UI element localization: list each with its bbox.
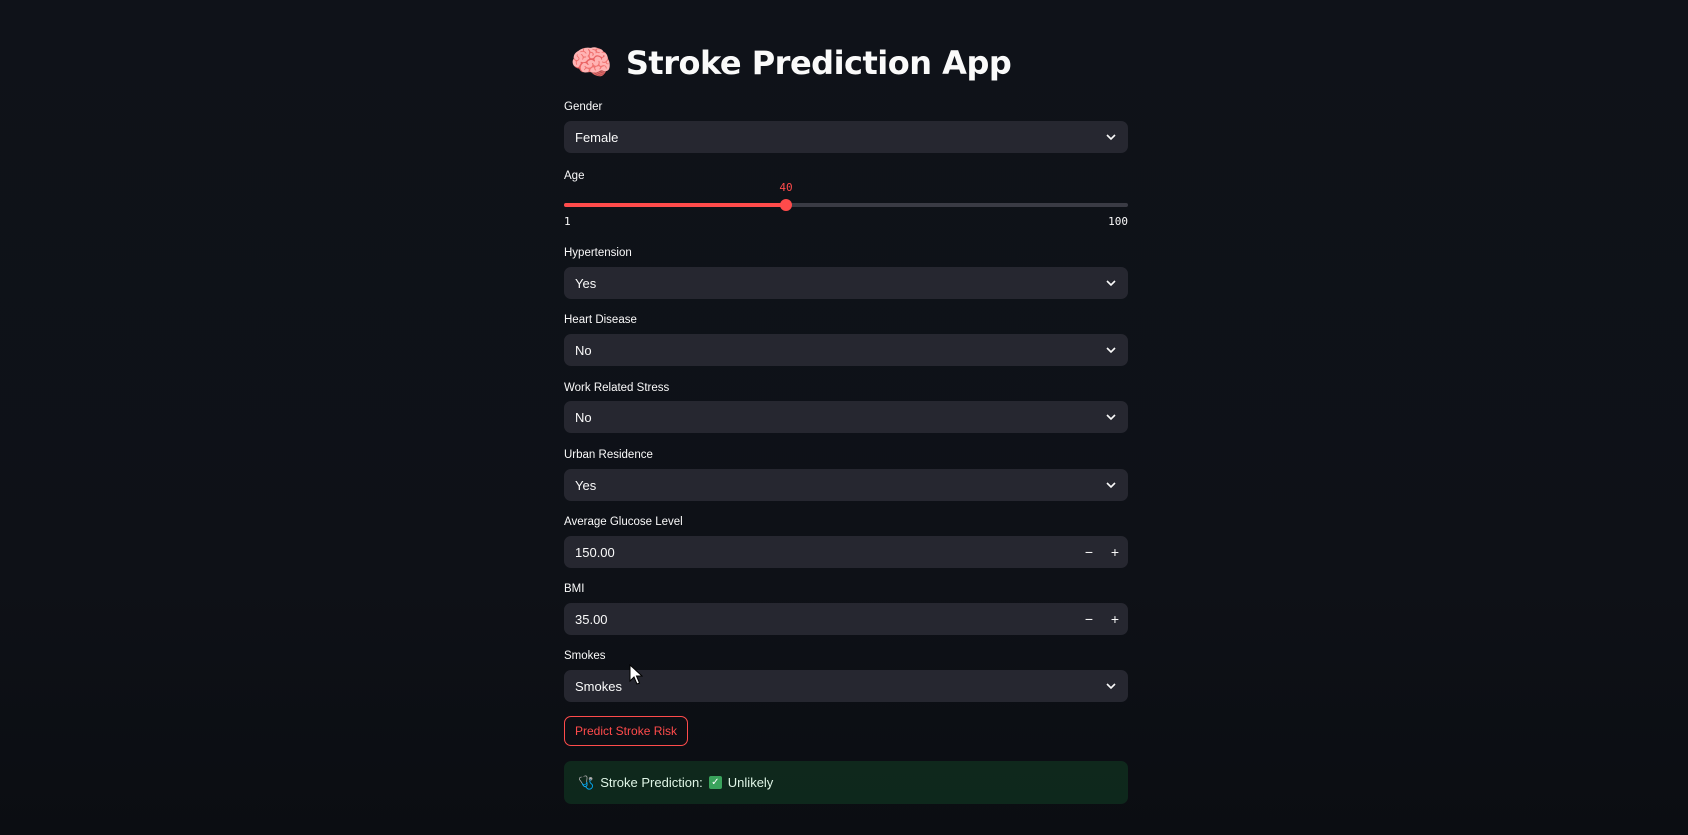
chevron-down-icon <box>1105 277 1117 289</box>
decrement-button[interactable]: − <box>1076 603 1102 635</box>
prediction-result: 🩺 Stroke Prediction: ✓ Unlikely <box>564 761 1128 804</box>
slider-fill <box>564 203 786 207</box>
age-label: Age <box>564 170 585 182</box>
predict-button[interactable]: Predict Stroke Risk <box>564 716 689 746</box>
increment-button[interactable]: + <box>1102 603 1128 635</box>
smokes-select[interactable]: Smokes <box>564 670 1128 702</box>
bmi-value[interactable]: 35.00 <box>575 612 608 627</box>
page-title-text: Stroke Prediction App <box>625 44 1012 82</box>
slider-value: 40 <box>779 181 793 194</box>
hypertension-label: Hypertension <box>564 247 632 259</box>
check-box-icon: ✓ <box>708 776 722 789</box>
heart-disease-select[interactable]: No <box>564 334 1128 366</box>
heart-disease-label: Heart Disease <box>564 314 637 326</box>
chevron-down-icon <box>1105 131 1117 143</box>
glucose-label: Average Glucose Level <box>564 516 683 528</box>
gender-select[interactable]: Female <box>564 121 1128 153</box>
slider-max: 100 <box>1108 215 1128 228</box>
heart-disease-value: No <box>575 342 592 358</box>
page-title: 🧠 Stroke Prediction App <box>570 43 1012 83</box>
glucose-input[interactable]: 150.00 − + <box>564 536 1128 568</box>
slider-thumb[interactable] <box>780 199 792 211</box>
brain-icon: 🧠 <box>570 43 612 83</box>
result-prefix: Stroke Prediction: <box>600 775 703 790</box>
gender-value: Female <box>575 129 619 145</box>
increment-button[interactable]: + <box>1102 536 1128 568</box>
smokes-value: Smokes <box>575 678 622 694</box>
urban-residence-value: Yes <box>575 477 597 493</box>
gender-label: Gender <box>564 101 603 113</box>
smokes-label: Smokes <box>564 650 606 662</box>
hypertension-select[interactable]: Yes <box>564 267 1128 299</box>
urban-residence-select[interactable]: Yes <box>564 469 1128 501</box>
result-value: Unlikely <box>727 775 774 790</box>
mouse-cursor-icon <box>629 663 644 691</box>
hypertension-value: Yes <box>575 275 597 291</box>
decrement-button[interactable]: − <box>1076 536 1102 568</box>
bmi-input[interactable]: 35.00 − + <box>564 603 1128 635</box>
work-stress-label: Work Related Stress <box>564 382 670 394</box>
slider-min: 1 <box>564 215 571 228</box>
glucose-value[interactable]: 150.00 <box>575 545 615 560</box>
work-stress-select[interactable]: No <box>564 401 1128 433</box>
chevron-down-icon <box>1105 680 1117 692</box>
work-stress-value: No <box>575 409 592 425</box>
urban-residence-label: Urban Residence <box>564 449 653 461</box>
chevron-down-icon <box>1105 479 1117 491</box>
bmi-label: BMI <box>564 583 585 595</box>
stethoscope-icon: 🩺 <box>578 774 595 790</box>
chevron-down-icon <box>1105 411 1117 423</box>
chevron-down-icon <box>1105 344 1117 356</box>
